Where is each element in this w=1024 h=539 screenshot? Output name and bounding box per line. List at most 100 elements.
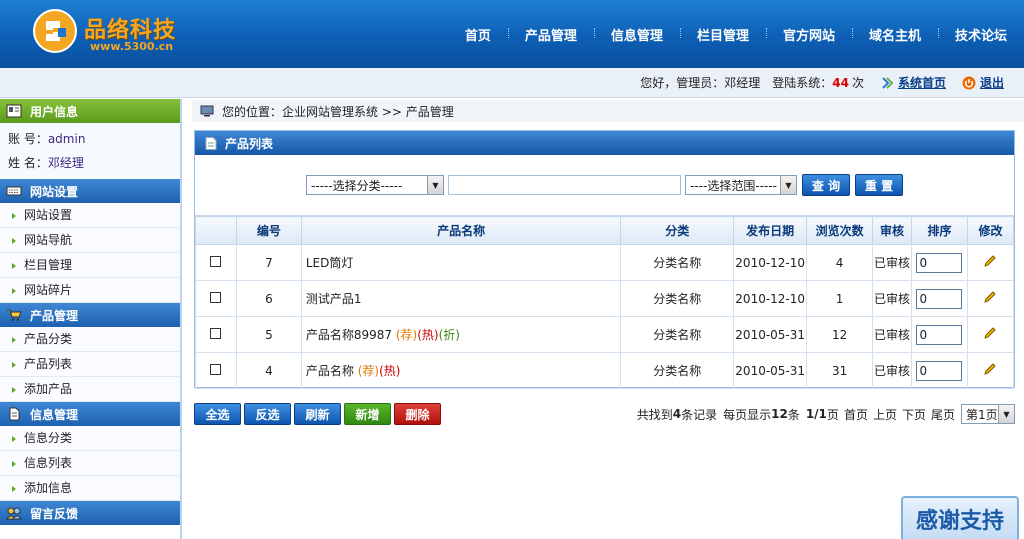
category-select-value: -----选择分类----- [311, 178, 403, 193]
last-page-link[interactable]: 尾页 [931, 406, 955, 423]
product-name-link[interactable]: 产品名称89987 [306, 328, 392, 342]
sidebar-item-product-category[interactable]: 产品分类 [0, 327, 180, 352]
range-select[interactable]: ----选择范围----- ▼ [685, 175, 797, 195]
sidebar-head-label: 网站设置 [30, 184, 79, 199]
sort-input[interactable]: 0 [916, 324, 963, 345]
row-checkbox[interactable] [210, 291, 222, 303]
product-name-link[interactable]: LED筒灯 [306, 256, 354, 270]
breadcrumb: 您的位置：企业网站管理系统 >> 产品管理 [222, 104, 454, 119]
sidebar-item-label: 栏目管理 [24, 258, 73, 272]
pencil-icon[interactable] [983, 362, 997, 376]
sidebar-item-label: 网站设置 [24, 208, 73, 222]
reset-button[interactable]: 重 置 [855, 174, 903, 196]
power-icon [962, 76, 976, 89]
nav-home[interactable]: 首页 [448, 25, 508, 44]
category-cell: 分类名称 [620, 316, 735, 353]
sidebar-item-site-nav[interactable]: 网站导航 [0, 228, 180, 253]
discount-tag: (折) [438, 328, 460, 342]
search-bar: -----选择分类----- ▼ ----选择范围----- ▼ 查 询 重 置 [195, 155, 1014, 216]
sidebar-item-label: 网站碎片 [24, 283, 73, 297]
arrow-right-icon [12, 262, 16, 269]
nav-info[interactable]: 信息管理 [593, 25, 680, 44]
per-page-prefix: 每页显示 [723, 407, 772, 422]
system-home-link[interactable]: 系统首页 [898, 74, 946, 91]
hot-tag: (热) [379, 364, 401, 378]
refresh-button[interactable]: 刷新 [294, 403, 341, 425]
category-cell: 分类名称 [620, 244, 735, 281]
pencil-icon[interactable] [983, 326, 997, 340]
sidebar-item-fragments[interactable]: 网站碎片 [0, 278, 180, 303]
next-page-link[interactable]: 下页 [902, 406, 926, 423]
column-header-sort: 排序 [911, 216, 968, 245]
product-name-link[interactable]: 产品名称 [306, 364, 354, 378]
views-cell: 4 [806, 244, 874, 281]
edit-cell [966, 244, 1015, 281]
nav-products[interactable]: 产品管理 [507, 25, 594, 44]
invert-selection-button[interactable]: 反选 [244, 403, 291, 425]
table-header-row: 编号 产品名称 分类 发布日期 浏览次数 审核 排序 修改 [195, 216, 1015, 245]
sidebar-head-info[interactable]: 信息管理 [0, 402, 180, 426]
logout-link[interactable]: 退出 [980, 74, 1004, 91]
login-prefix: 登陆系统： [772, 76, 833, 90]
row-checkbox[interactable] [210, 363, 222, 375]
sidebar-head-products[interactable]: 产品管理 [0, 303, 180, 327]
add-button[interactable]: 新增 [344, 403, 391, 425]
page-select[interactable]: 第1页 ▼ [961, 404, 1015, 424]
sidebar-head-feedback[interactable]: 留言反馈 [0, 501, 180, 525]
prev-page-link[interactable]: 上页 [873, 406, 897, 423]
name-cell: LED筒灯 [300, 244, 622, 281]
sidebar-item-add-product[interactable]: 添加产品 [0, 377, 180, 402]
nav-forum[interactable]: 技术论坛 [937, 25, 1024, 44]
name-cell: 产品名称 (荐)(热) [300, 352, 622, 389]
delete-button[interactable]: 删除 [394, 403, 441, 425]
query-button[interactable]: 查 询 [802, 174, 850, 196]
product-name-link[interactable]: 测试产品1 [306, 292, 362, 306]
sidebar-item-info-list[interactable]: 信息列表 [0, 451, 180, 476]
sort-input[interactable]: 0 [916, 252, 963, 273]
arrow-right-icon [12, 361, 16, 368]
name-label: 姓 名： [8, 156, 48, 170]
arrow-right-icon [12, 287, 16, 294]
first-page-link[interactable]: 首页 [844, 406, 868, 423]
category-select[interactable]: -----选择分类----- ▼ [306, 175, 444, 195]
id-cell: 7 [235, 244, 302, 281]
sidebar-head-site-settings[interactable]: 网站设置 [0, 179, 180, 203]
page-info: 1/1 [805, 407, 827, 421]
views-cell: 31 [806, 352, 874, 389]
thanks-badge[interactable]: 感谢支持 [901, 496, 1019, 539]
sort-input[interactable]: 0 [916, 360, 963, 381]
logo[interactable]: 品络科技 www.5300.cn [30, 8, 200, 60]
sidebar-item-columns[interactable]: 栏目管理 [0, 253, 180, 278]
pencil-icon[interactable] [983, 254, 997, 268]
sidebar-item-product-list[interactable]: 产品列表 [0, 352, 180, 377]
sidebar-item-add-info[interactable]: 添加信息 [0, 476, 180, 501]
nav-columns[interactable]: 栏目管理 [679, 25, 766, 44]
select-cell [195, 352, 237, 389]
name-value: 邓经理 [47, 156, 84, 170]
sort-input[interactable]: 0 [916, 288, 963, 309]
nav-domain-host[interactable]: 域名主机 [851, 25, 938, 44]
name-row: 姓 名：邓经理 [8, 151, 180, 175]
id-cell: 5 [235, 316, 302, 353]
arrow-right-icon [12, 237, 16, 244]
sidebar-item-info-category[interactable]: 信息分类 [0, 426, 180, 451]
views-cell: 12 [806, 316, 874, 353]
recommend-tag: (荐) [357, 364, 380, 378]
keyword-input[interactable] [448, 175, 681, 195]
account-row: 账 号：admin [8, 127, 180, 151]
sidebar: 用户信息 账 号：admin 姓 名：邓经理 网站设置 网站设置 网站导航 栏目… [0, 99, 182, 539]
arrow-right-icon [12, 386, 16, 393]
pencil-icon[interactable] [983, 290, 997, 304]
table-row: 5 产品名称89987 (荐)(热)(折) 分类名称 2010-05-31 12… [195, 316, 1015, 353]
user-info: 账 号：admin 姓 名：邓经理 [0, 123, 180, 179]
select-all-button[interactable]: 全选 [194, 403, 241, 425]
row-checkbox[interactable] [210, 255, 222, 267]
nav-official-site[interactable]: 官方网站 [765, 25, 852, 44]
row-checkbox[interactable] [210, 327, 222, 339]
sidebar-item-site-settings[interactable]: 网站设置 [0, 203, 180, 228]
keyboard-icon [6, 186, 22, 196]
sort-cell: 0 [911, 280, 968, 317]
product-list-panel: 产品列表 -----选择分类----- ▼ ----选择范围----- ▼ 查 … [194, 130, 1015, 389]
sidebar-item-label: 网站导航 [24, 233, 73, 247]
monitor-icon [200, 105, 214, 117]
